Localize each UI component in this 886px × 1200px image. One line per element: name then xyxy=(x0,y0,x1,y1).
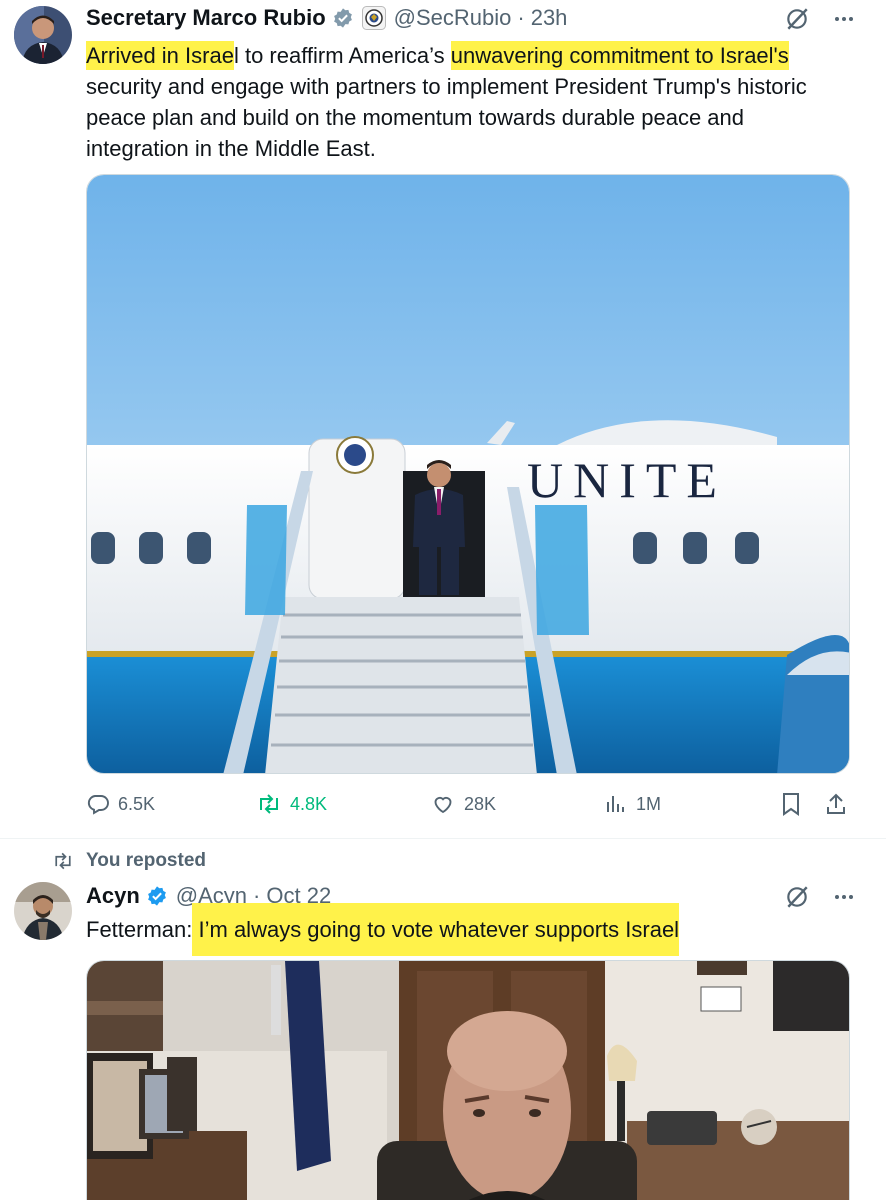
bookmark-icon xyxy=(783,793,799,816)
author-name[interactable]: Acyn xyxy=(86,882,140,910)
tweet-text-segment: security and engage with partners to imp… xyxy=(86,74,807,161)
repost-banner: You reposted xyxy=(52,850,206,872)
like-button[interactable]: 28K xyxy=(430,792,496,816)
gov-seal-icon xyxy=(361,6,386,30)
tweet-text: Arrived in Israel to reaffirm America’s … xyxy=(86,40,846,164)
verified-badge-icon xyxy=(332,7,354,29)
views-button[interactable]: 1M xyxy=(604,792,661,816)
tweet-photo[interactable]: UNITE xyxy=(86,174,850,774)
reply-icon xyxy=(87,795,109,815)
reply-count: 6.5K xyxy=(118,793,156,814)
tweet-text: Fetterman: I’m always going to vote what… xyxy=(86,903,846,956)
author-handle[interactable]: @SecRubio xyxy=(394,4,512,32)
repost-icon xyxy=(260,794,278,814)
views-icon xyxy=(607,796,624,812)
aircraft-lettering: UNITE xyxy=(527,452,727,508)
tweet-video[interactable] xyxy=(86,960,850,1200)
share-button[interactable] xyxy=(824,792,848,816)
repost-label[interactable]: You reposted xyxy=(86,850,206,872)
highlighted-text: I’m always going to vote whatever suppor… xyxy=(192,903,680,956)
more-icon[interactable] xyxy=(832,885,856,914)
timestamp[interactable]: 23h xyxy=(531,4,568,32)
like-icon xyxy=(434,796,452,814)
author-name[interactable]: Secretary Marco Rubio xyxy=(86,4,326,32)
more-icon[interactable] xyxy=(832,7,856,36)
tweet-divider xyxy=(0,838,886,839)
avatar[interactable] xyxy=(14,882,72,940)
tweet-rubio[interactable]: Secretary Marco Rubio @SecRubio · 23h Ar… xyxy=(0,0,886,838)
repost-icon xyxy=(55,852,71,870)
tweet-text-segment: Fetterman xyxy=(86,917,187,942)
verified-badge-icon xyxy=(146,885,168,907)
tweet-text-segment: l to reaffirm America’s xyxy=(233,43,451,68)
highlighted-text: unwavering commitment to Israel's xyxy=(450,41,789,70)
tweet-actions: 6.5K 4.8K 28K 1M xyxy=(86,790,850,822)
bookmark-button[interactable] xyxy=(780,792,802,816)
highlighted-text: Arrived in Israe xyxy=(86,41,234,70)
like-count: 28K xyxy=(464,793,497,814)
separator-dot: · xyxy=(517,5,525,30)
reply-button[interactable]: 6.5K xyxy=(86,792,155,816)
avatar[interactable] xyxy=(14,6,72,64)
repost-button[interactable]: 4.8K xyxy=(256,792,327,816)
grok-icon[interactable] xyxy=(784,884,810,915)
view-count: 1M xyxy=(636,793,662,814)
repost-count: 4.8K xyxy=(290,793,328,814)
grok-icon[interactable] xyxy=(784,6,810,37)
share-icon xyxy=(827,793,845,814)
